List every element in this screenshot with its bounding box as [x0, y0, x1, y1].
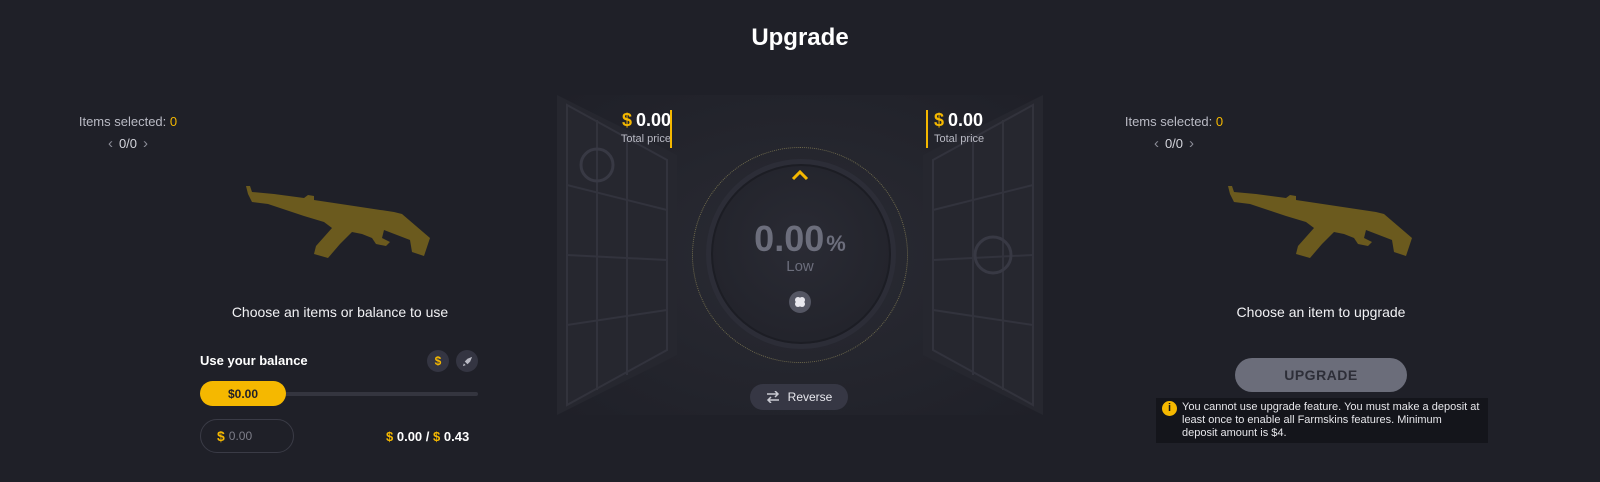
balance-title: Use your balance: [200, 353, 308, 368]
items-selected-count: 0: [1215, 114, 1224, 129]
left-price-accent: [670, 110, 672, 148]
upgrade-button[interactable]: UPGRADE: [1235, 358, 1407, 392]
swap-icon: [766, 391, 779, 403]
dollar-glyph: $: [434, 354, 442, 368]
chance-value: 0.00: [754, 218, 825, 259]
chance-unit: %: [826, 231, 846, 256]
rifle-icon: [1228, 186, 1412, 258]
left-choose-text: Choose an items or balance to use: [231, 304, 449, 320]
balance-max: 0.43: [443, 429, 470, 444]
pager-value: 0/0: [118, 136, 138, 151]
chevron-right-icon[interactable]: ›: [1189, 135, 1194, 152]
price-label: Total price: [620, 133, 671, 145]
page-title: Upgrade: [751, 24, 849, 51]
items-selected-label: Items selected:: [78, 114, 167, 129]
input-currency: $: [217, 428, 225, 444]
price-label: Total price: [934, 133, 985, 145]
chevron-left-icon[interactable]: ‹: [1154, 135, 1159, 152]
right-selection-info: Items selected: 0 ‹ 0/0 ›: [1114, 114, 1234, 152]
rocket-glyph: [462, 356, 472, 366]
chance-level: Low: [786, 258, 814, 275]
price-amount: 0.00: [635, 110, 671, 130]
right-choose-text: Choose an item to upgrade: [1236, 304, 1406, 320]
balance-current: 0.00: [396, 429, 423, 444]
balance-slider-thumb[interactable]: $0.00: [200, 381, 286, 406]
chance-percent: 0.00%: [700, 218, 900, 260]
price-amount: 0.00: [948, 110, 984, 130]
chevron-left-icon[interactable]: ‹: [108, 135, 113, 152]
currency-symbol: $: [386, 429, 394, 444]
left-total-price: $0.00 Total price: [609, 110, 671, 145]
balance-total: $ 0.00 / $ 0.43: [386, 429, 469, 444]
warning-text: You cannot use upgrade feature. You must…: [1182, 401, 1480, 439]
chevron-right-icon[interactable]: ›: [143, 135, 148, 152]
left-pager: ‹ 0/0 ›: [68, 135, 188, 152]
right-price-accent: [926, 110, 928, 148]
currency-symbol: $: [621, 110, 632, 130]
left-selection-info: Items selected: 0 ‹ 0/0 ›: [68, 114, 188, 152]
pager-value: 0/0: [1164, 136, 1184, 151]
currency-symbol: $: [934, 110, 945, 130]
deposit-warning: i You cannot use upgrade feature. You mu…: [1156, 398, 1488, 443]
currency-symbol: $: [433, 429, 441, 444]
input-placeholder: 0.00: [228, 429, 253, 443]
rifle-icon: [246, 186, 430, 258]
reverse-label: Reverse: [787, 390, 833, 404]
clover-icon: [789, 291, 811, 313]
dollar-icon[interactable]: $: [427, 350, 449, 372]
rocket-icon[interactable]: [456, 350, 478, 372]
items-selected-count: 0: [169, 114, 178, 129]
clover-glyph: [795, 297, 805, 307]
balance-separator: /: [425, 429, 430, 444]
chevron-up-icon: [790, 164, 810, 187]
items-selected-label: Items selected:: [1124, 114, 1213, 129]
balance-input[interactable]: $ 0.00: [200, 419, 294, 453]
reverse-button[interactable]: Reverse: [750, 384, 848, 410]
right-total-price: $0.00 Total price: [934, 110, 984, 145]
chevron-up-glyph: [791, 169, 809, 181]
right-pager: ‹ 0/0 ›: [1114, 135, 1234, 152]
info-icon: i: [1162, 401, 1177, 416]
